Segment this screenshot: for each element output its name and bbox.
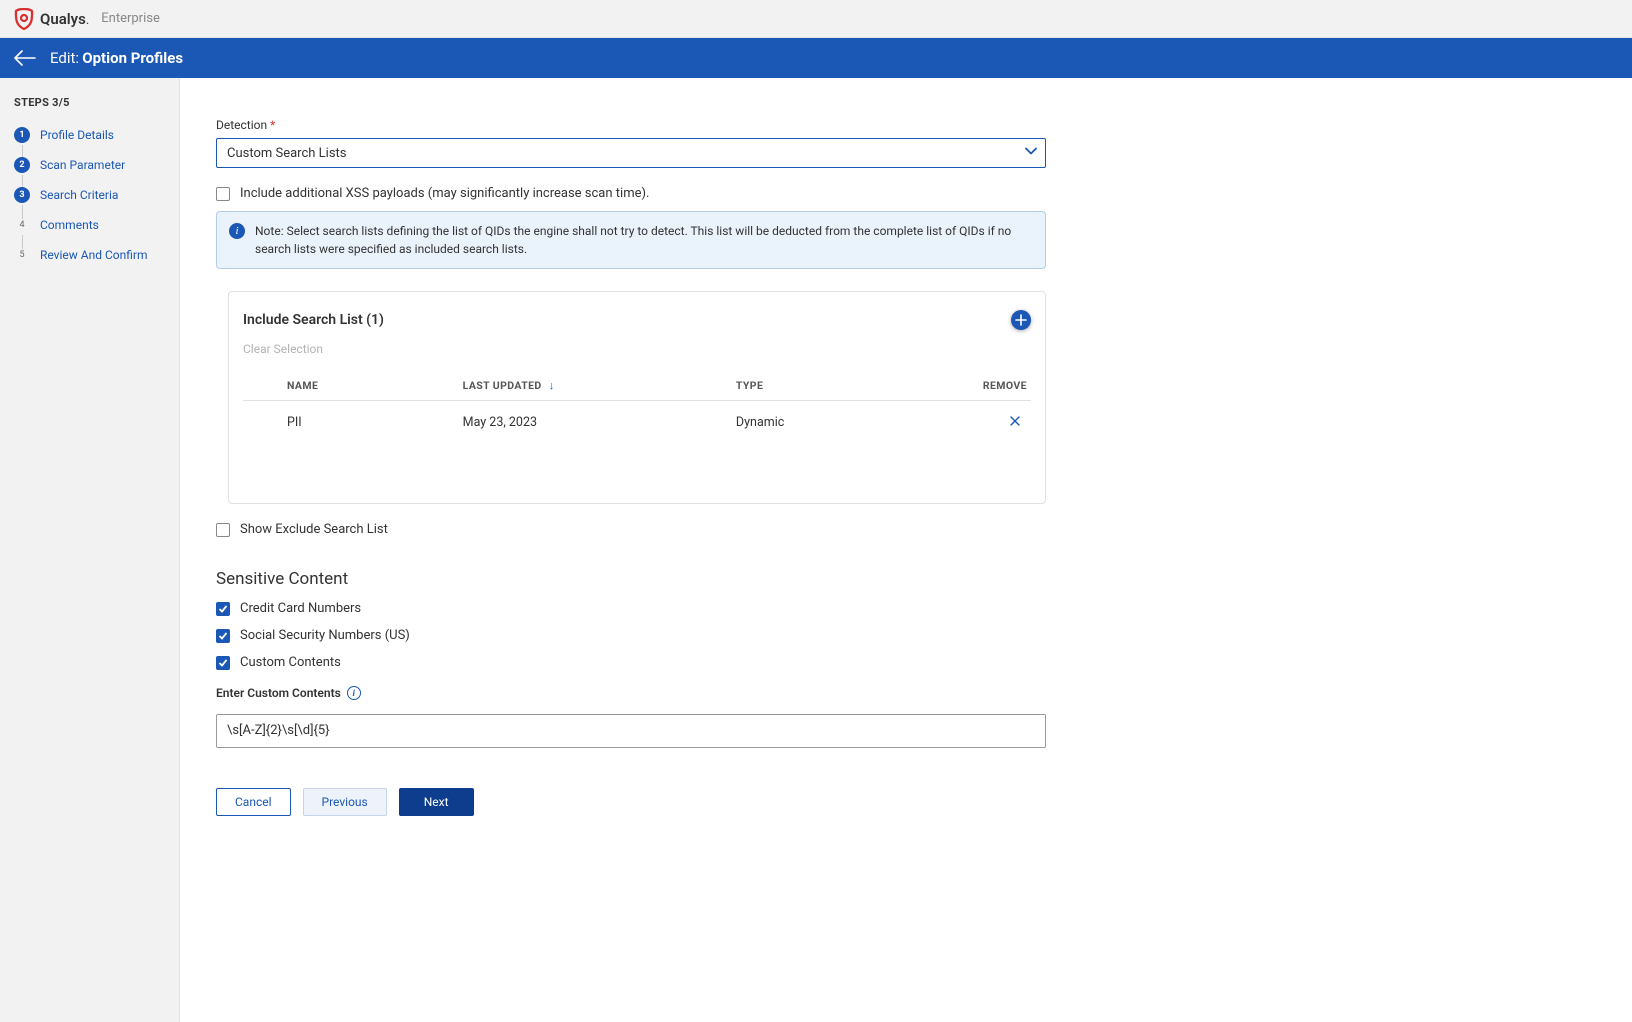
cancel-button[interactable]: Cancel <box>216 788 291 816</box>
step-review-confirm[interactable]: 5 Review And Confirm <box>14 247 165 263</box>
step-bullet-icon: 1 <box>14 127 30 143</box>
edit-label: Edit: <box>50 49 79 67</box>
custom-contents-label: Custom Contents <box>240 655 341 670</box>
row-type: Dynamic <box>730 401 889 444</box>
checkbox-icon <box>216 602 230 616</box>
detection-label: Detection * <box>216 118 1046 132</box>
custom-contents-checkbox[interactable]: Custom Contents <box>216 655 1046 670</box>
checkbox-icon <box>216 187 230 201</box>
xss-payloads-checkbox[interactable]: Include additional XSS payloads (may sig… <box>216 186 1046 201</box>
page-title: Option Profiles <box>82 49 183 67</box>
brand-name: Qualys. <box>40 10 89 28</box>
checkbox-icon <box>216 629 230 643</box>
brand-logo: Qualys. Enterprise <box>14 8 160 30</box>
qualys-shield-icon <box>14 8 34 30</box>
col-remove: REMOVE <box>889 371 1031 401</box>
xss-payloads-label: Include additional XSS payloads (may sig… <box>240 186 649 201</box>
enter-custom-contents-label: Enter Custom Contents i <box>216 686 1046 700</box>
detection-select[interactable]: Custom Search Lists <box>216 138 1046 168</box>
credit-card-label: Credit Card Numbers <box>240 601 361 616</box>
main-content: Detection * Custom Search Lists Include … <box>180 78 1632 1022</box>
ssn-label: Social Security Numbers (US) <box>240 628 410 643</box>
include-search-list-panel: Include Search List (1) Clear Selection … <box>228 291 1046 504</box>
row-name: PII <box>243 401 457 444</box>
table-row[interactable]: PII May 23, 2023 Dynamic <box>243 401 1031 444</box>
sort-arrow-down-icon: ↓ <box>549 379 555 392</box>
step-label: Review And Confirm <box>40 248 148 262</box>
brand-sub: Enterprise <box>101 11 160 26</box>
checkbox-icon <box>216 523 230 537</box>
step-scan-parameter[interactable]: 2 Scan Parameter <box>14 157 165 173</box>
show-exclude-label: Show Exclude Search List <box>240 522 388 537</box>
edit-header: Edit: Option Profiles <box>0 38 1632 78</box>
checkbox-icon <box>216 656 230 670</box>
detection-note: i Note: Select search lists defining the… <box>216 211 1046 269</box>
sensitive-content-title: Sensitive Content <box>216 569 1046 589</box>
clear-selection-link[interactable]: Clear Selection <box>243 342 323 356</box>
previous-button[interactable]: Previous <box>303 788 387 816</box>
form-buttons: Cancel Previous Next <box>216 788 1046 816</box>
col-name[interactable]: NAME <box>243 371 457 401</box>
next-button[interactable]: Next <box>399 788 474 816</box>
step-list: 1 Profile Details 2 Scan Parameter 3 Sea… <box>14 127 165 263</box>
step-label: Profile Details <box>40 128 114 142</box>
ssn-checkbox[interactable]: Social Security Numbers (US) <box>216 628 1046 643</box>
remove-row-button[interactable] <box>1009 413 1021 431</box>
credit-card-checkbox[interactable]: Credit Card Numbers <box>216 601 1046 616</box>
show-exclude-checkbox[interactable]: Show Exclude Search List <box>216 522 1046 537</box>
col-type[interactable]: TYPE <box>730 371 889 401</box>
step-search-criteria[interactable]: 3 Search Criteria <box>14 187 165 203</box>
detection-selected-value: Custom Search Lists <box>227 146 347 161</box>
info-icon[interactable]: i <box>347 686 361 700</box>
add-search-list-button[interactable] <box>1011 310 1031 330</box>
col-last-updated[interactable]: LAST UPDATED ↓ <box>457 371 730 401</box>
steps-counter: STEPS 3/5 <box>14 96 165 109</box>
step-bullet-icon: 3 <box>14 187 30 203</box>
step-bullet-icon: 4 <box>14 217 30 233</box>
step-label: Comments <box>40 218 99 232</box>
detection-note-text: Note: Select search lists defining the l… <box>255 222 1033 258</box>
include-list-title: Include Search List (1) <box>243 312 384 328</box>
step-bullet-icon: 2 <box>14 157 30 173</box>
step-comments[interactable]: 4 Comments <box>14 217 165 233</box>
step-label: Search Criteria <box>40 188 118 202</box>
info-icon: i <box>229 223 245 239</box>
brand-bar: Qualys. Enterprise <box>0 0 1632 38</box>
include-search-list-table: NAME LAST UPDATED ↓ TYPE REMOVE PII <box>243 371 1031 443</box>
row-last-updated: May 23, 2023 <box>457 401 730 444</box>
step-profile-details[interactable]: 1 Profile Details <box>14 127 165 143</box>
steps-sidebar: STEPS 3/5 1 Profile Details 2 Scan Param… <box>0 78 180 1022</box>
back-arrow-icon[interactable] <box>14 50 36 66</box>
custom-contents-input[interactable] <box>216 714 1046 748</box>
step-bullet-icon: 5 <box>14 247 30 263</box>
step-label: Scan Parameter <box>40 158 125 172</box>
